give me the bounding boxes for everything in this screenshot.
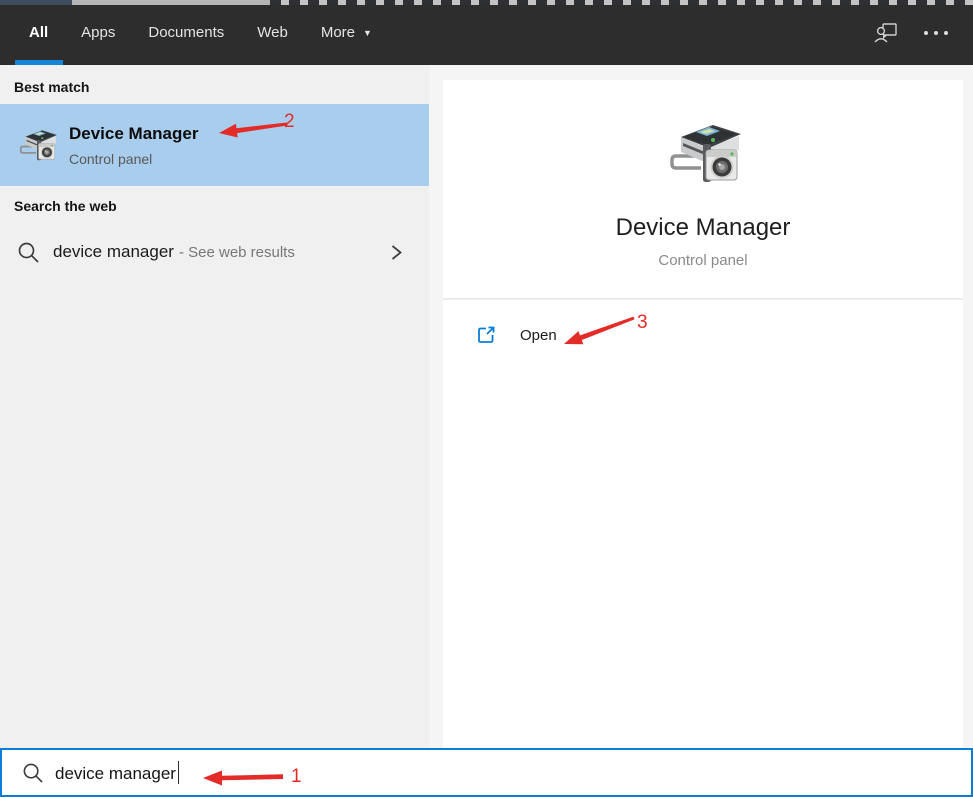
open-action[interactable]: Open bbox=[476, 324, 557, 346]
result-title: Device Manager bbox=[69, 123, 199, 143]
web-query: device manager bbox=[53, 242, 174, 261]
preview-subtitle: Control panel bbox=[658, 252, 748, 269]
best-match-header: Best match bbox=[14, 79, 90, 95]
tab-all-label: All bbox=[29, 24, 49, 41]
search-flyout-header: All Apps Documents Web More ▼ bbox=[0, 0, 973, 65]
tab-more[interactable]: More ▼ bbox=[321, 0, 372, 65]
device-manager-icon bbox=[670, 123, 743, 184]
result-subtitle: Control panel bbox=[69, 150, 153, 167]
results-panel: Best match Device Manager Control panel … bbox=[0, 65, 429, 748]
chevron-right-icon[interactable] bbox=[389, 244, 404, 261]
search-icon bbox=[18, 242, 39, 263]
web-suffix: - See web results bbox=[178, 244, 295, 261]
open-external-icon bbox=[478, 326, 495, 343]
tab-apps-label: Apps bbox=[81, 24, 116, 41]
best-match-result-device-manager[interactable]: Device Manager Control panel bbox=[0, 104, 429, 186]
divider bbox=[443, 298, 963, 300]
tab-all[interactable]: All bbox=[29, 0, 48, 65]
text-cursor bbox=[177, 761, 179, 784]
preview-panel: Device Manager Control panel Open bbox=[429, 65, 973, 748]
device-manager-icon bbox=[19, 128, 58, 161]
taskbar-search-input[interactable]: device manager bbox=[0, 748, 973, 797]
tab-apps[interactable]: Apps bbox=[81, 0, 115, 65]
feedback-icon bbox=[874, 22, 897, 42]
search-icon bbox=[23, 763, 43, 783]
tab-web-label: Web bbox=[257, 24, 288, 41]
screen-edge-artifact bbox=[0, 0, 973, 5]
preview-title: Device Manager bbox=[615, 214, 791, 241]
search-input-value: device manager bbox=[55, 764, 176, 783]
feedback-button[interactable] bbox=[873, 0, 899, 65]
chevron-down-icon: ▼ bbox=[363, 27, 372, 38]
search-the-web-header: Search the web bbox=[14, 198, 117, 214]
ellipsis-icon bbox=[924, 30, 928, 35]
tab-more-label: More bbox=[320, 24, 356, 41]
open-label: Open bbox=[520, 326, 557, 344]
filter-tabs: All Apps Documents Web More ▼ bbox=[0, 0, 973, 65]
tab-documents-label: Documents bbox=[148, 24, 225, 41]
tab-web[interactable]: Web bbox=[257, 0, 288, 65]
web-search-result[interactable]: device manager - See web results bbox=[0, 232, 429, 272]
preview-card: Device Manager Control panel Open bbox=[443, 80, 963, 748]
tab-documents[interactable]: Documents bbox=[148, 0, 224, 65]
more-options-button[interactable] bbox=[924, 0, 948, 65]
